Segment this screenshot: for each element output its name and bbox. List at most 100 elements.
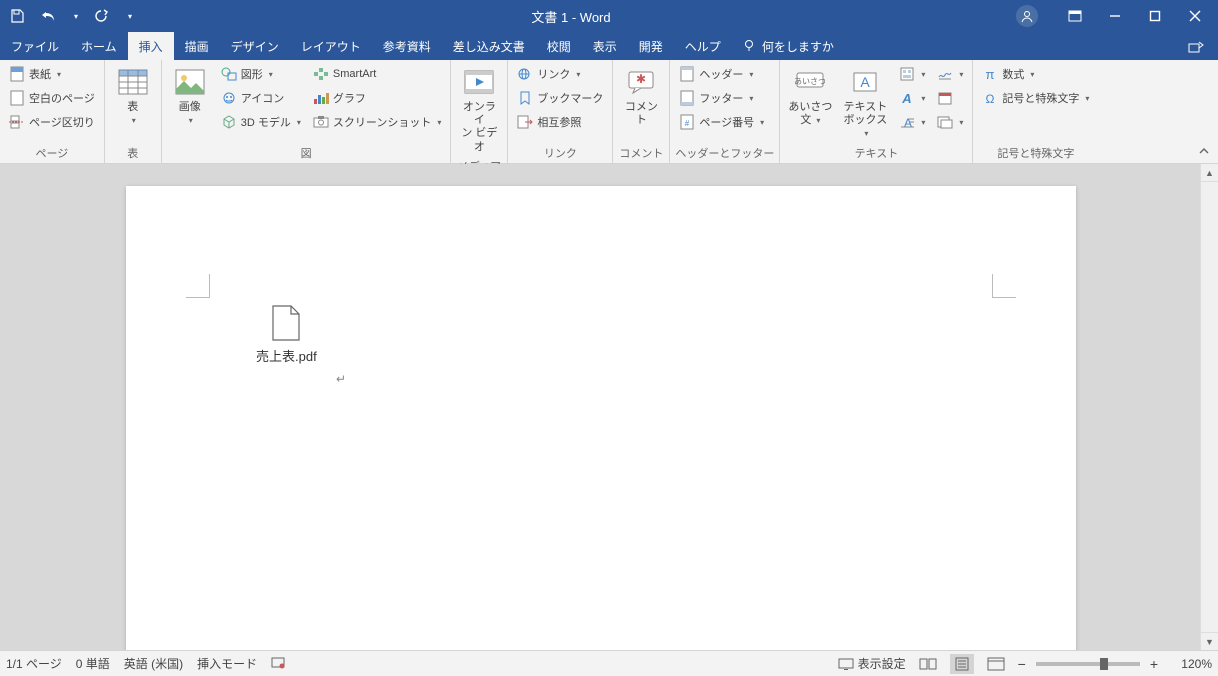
symbol-button[interactable]: Ω 記号と特殊文字▾ <box>978 87 1093 109</box>
tab-review[interactable]: 校閲 <box>536 32 582 60</box>
window-controls <box>1002 5 1218 27</box>
status-language[interactable]: 英語 (米国) <box>124 655 183 672</box>
embedded-object[interactable]: 売上表.pdf <box>256 304 317 365</box>
display-settings-button[interactable]: 表示設定 <box>838 655 906 672</box>
symbol-label: 記号と特殊文字 <box>1002 90 1079 106</box>
maximize-icon[interactable] <box>1146 7 1164 25</box>
page-break-button[interactable]: ページ区切り <box>5 111 99 133</box>
status-words[interactable]: 0 単語 <box>76 655 110 672</box>
shapes-button[interactable]: 図形▾ <box>217 63 305 85</box>
cross-reference-label: 相互参照 <box>537 114 581 130</box>
zoom-slider[interactable] <box>1036 662 1140 666</box>
link-button[interactable]: リンク▾ <box>513 63 607 85</box>
svg-text:✱: ✱ <box>636 72 646 86</box>
pictures-icon <box>173 65 207 99</box>
equation-icon: π <box>982 66 998 82</box>
cross-reference-icon <box>517 114 533 130</box>
object-button[interactable]: ▾ <box>933 111 967 133</box>
macro-record-icon[interactable] <box>271 655 285 672</box>
tab-references[interactable]: 参考資料 <box>372 32 442 60</box>
tab-file[interactable]: ファイル <box>0 32 70 60</box>
page-number-button[interactable]: # ページ番号▾ <box>675 111 768 133</box>
date-time-button[interactable] <box>933 87 967 109</box>
ribbon-display-icon[interactable] <box>1066 7 1084 25</box>
blank-page-button[interactable]: 空白のページ <box>5 87 99 109</box>
tab-home[interactable]: ホーム <box>70 32 128 60</box>
cover-page-button[interactable]: 表紙▾ <box>5 63 99 85</box>
header-button[interactable]: ヘッダー▾ <box>675 63 768 85</box>
minimize-icon[interactable] <box>1106 7 1124 25</box>
tab-help[interactable]: ヘルプ <box>674 32 732 60</box>
bookmark-button[interactable]: ブックマーク <box>513 87 607 109</box>
close-icon[interactable] <box>1186 7 1204 25</box>
signature-line-button[interactable]: ▾ <box>933 63 967 85</box>
shapes-label: 図形 <box>241 66 263 82</box>
page-break-label: ページ区切り <box>29 114 95 130</box>
scroll-down-icon[interactable]: ▼ <box>1201 632 1218 650</box>
tab-insert[interactable]: 挿入 <box>128 32 174 60</box>
footer-icon <box>679 90 695 106</box>
object-icon <box>937 114 953 130</box>
group-tables: 表▾ 表 <box>105 60 162 163</box>
document-page[interactable]: 売上表.pdf ↵ <box>126 186 1076 650</box>
redo-icon[interactable] <box>92 7 110 25</box>
quick-parts-button[interactable]: ▾ <box>895 63 929 85</box>
screenshot-icon <box>313 114 329 130</box>
3d-models-button[interactable]: 3D モデル▾ <box>217 111 305 133</box>
textbox-button[interactable]: A テキストボックス ▾ <box>839 63 891 143</box>
user-avatar[interactable] <box>1016 5 1038 27</box>
zoom-percentage[interactable]: 120% <box>1168 657 1212 671</box>
tab-draw[interactable]: 描画 <box>174 32 220 60</box>
bookmark-icon <box>517 90 533 106</box>
document-area[interactable]: 売上表.pdf ↵ <box>0 164 1200 650</box>
group-comments: ✱ コメント コメント <box>613 60 670 163</box>
zoom-slider-thumb[interactable] <box>1100 658 1108 670</box>
tab-mailings[interactable]: 差し込み文書 <box>442 32 536 60</box>
pictures-button[interactable]: 画像▾ <box>167 63 213 129</box>
web-layout-button[interactable] <box>984 654 1008 674</box>
drop-cap-button[interactable]: A▾ <box>895 111 929 133</box>
greeting-icon: あいさつ <box>793 65 827 99</box>
share-button[interactable] <box>1174 32 1218 60</box>
online-video-icon <box>462 65 496 99</box>
scroll-up-icon[interactable]: ▲ <box>1201 164 1218 182</box>
qat-customize-icon[interactable]: ▾ <box>128 12 132 21</box>
chart-button[interactable]: グラフ <box>309 87 445 109</box>
zoom-out-button[interactable]: − <box>1018 656 1026 672</box>
tab-developer[interactable]: 開発 <box>628 32 674 60</box>
chart-icon <box>313 90 329 106</box>
greeting-button[interactable]: あいさつ あいさつ文 ▾ <box>785 63 835 129</box>
table-button[interactable]: 表▾ <box>110 63 156 129</box>
equation-button[interactable]: π 数式▾ <box>978 63 1093 85</box>
status-insert-mode[interactable]: 挿入モード <box>197 655 257 672</box>
tab-view[interactable]: 表示 <box>582 32 628 60</box>
status-page[interactable]: 1/1 ページ <box>6 655 62 672</box>
header-label: ヘッダー <box>699 66 743 82</box>
tab-design[interactable]: デザイン <box>220 32 290 60</box>
undo-icon[interactable] <box>40 7 58 25</box>
smartart-icon <box>313 66 329 82</box>
print-layout-button[interactable] <box>950 654 974 674</box>
symbol-icon: Ω <box>982 90 998 106</box>
vertical-scrollbar[interactable]: ▲ ▼ <box>1200 164 1218 650</box>
tab-layout[interactable]: レイアウト <box>290 32 372 60</box>
undo-dropdown-icon[interactable]: ▾ <box>74 12 78 21</box>
tell-me-search[interactable]: 何をしますか <box>732 32 844 60</box>
group-comments-label: コメント <box>618 143 664 162</box>
screenshot-button[interactable]: スクリーンショット▾ <box>309 111 445 133</box>
comment-button[interactable]: ✱ コメント <box>618 63 664 129</box>
footer-button[interactable]: フッター▾ <box>675 87 768 109</box>
header-icon <box>679 66 695 82</box>
margin-corner-tr <box>992 274 1016 298</box>
read-mode-button[interactable] <box>916 654 940 674</box>
icons-button[interactable]: アイコン <box>217 87 305 109</box>
collapse-ribbon-icon[interactable] <box>1196 143 1212 159</box>
footer-label: フッター <box>699 90 743 106</box>
wordart-button[interactable]: A▾ <box>895 87 929 109</box>
save-icon[interactable] <box>8 7 26 25</box>
zoom-in-button[interactable]: + <box>1150 656 1158 672</box>
smartart-button[interactable]: SmartArt <box>309 63 445 85</box>
group-media: オンライン ビデオ メディア <box>451 60 508 163</box>
online-video-button[interactable]: オンライン ビデオ <box>456 63 502 156</box>
cross-reference-button[interactable]: 相互参照 <box>513 111 607 133</box>
